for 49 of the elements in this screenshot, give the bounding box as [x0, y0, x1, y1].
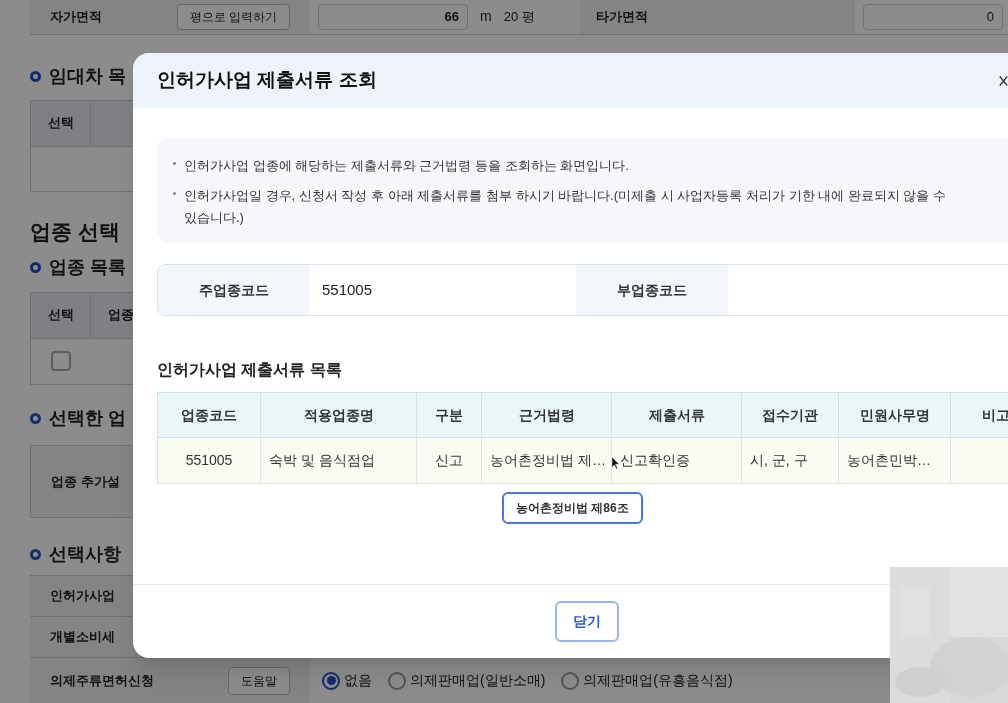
cursor-icon: [612, 457, 620, 470]
table-cell: 농어촌민박…: [839, 438, 951, 484]
table-cell: 신고: [417, 438, 482, 484]
bullet-icon: [30, 71, 41, 83]
field-label: 자가면적: [50, 8, 102, 27]
section-heading: 선택한 업: [49, 407, 126, 431]
bullet-icon: [30, 413, 41, 425]
dialog-title: 인허가사업 제출서류 조회: [157, 68, 377, 93]
pyeong-label: 20 평: [503, 8, 535, 27]
radio-label: 의제판매업(일반소매): [410, 671, 546, 690]
help-button[interactable]: 도움말: [228, 666, 290, 695]
bullet-icon: [30, 262, 41, 274]
radio-label: 의제판매업(유흥음식점): [583, 671, 733, 690]
section-heading: 임대차 목: [49, 65, 126, 89]
close-icon[interactable]: [999, 74, 1008, 88]
notice-text: 인허가사업일 경우, 신청서 작성 후 아래 제출서류를 첨부 하시기 바랍니다.(미제출 시 사업자등록 처리가 기한 내에 완료되지 않을 수 있습니다.): [184, 187, 947, 227]
page-heading: 업종 선택: [30, 218, 120, 244]
list-title: 인허가사업 제출서류 목록: [157, 360, 343, 380]
close-button[interactable]: 닫기: [555, 601, 619, 642]
tooltip: 농어촌정비법 제86조: [502, 492, 643, 524]
bullet-icon: [173, 192, 176, 195]
unit-label: m: [480, 7, 492, 27]
convert-button[interactable]: 평으로 입력하기: [176, 3, 290, 30]
table-cell: 시, 군, 구: [742, 438, 839, 484]
field-label: 의제주류면허신청: [50, 671, 154, 690]
area-input[interactable]: 0: [863, 3, 1003, 30]
table-cell: 숙박 및 음식점업: [261, 438, 417, 484]
bullet-icon: [30, 548, 41, 560]
field-label: 타가면적: [596, 8, 648, 27]
radio-label: 없음: [344, 671, 372, 690]
field-label: 부업종코드: [617, 280, 687, 300]
field-label: 업종 추가설: [51, 472, 120, 491]
field-value: 551005: [322, 279, 373, 300]
bullet-icon: [173, 162, 176, 165]
radio-button[interactable]: [561, 671, 580, 690]
radio-button[interactable]: [388, 671, 406, 690]
field-label: 주업종코드: [199, 280, 269, 300]
table-cell: 농어촌정비법 제…: [482, 438, 612, 484]
column-header: 선택: [31, 292, 91, 338]
column-header: 선택: [31, 100, 91, 146]
table-cell: 551005: [158, 438, 261, 484]
field-label: 개별소비세: [50, 628, 115, 647]
radio-button[interactable]: [322, 671, 340, 690]
section-heading: 업종 목록: [49, 256, 126, 280]
field-label: 인허가사업: [50, 587, 115, 606]
checkbox[interactable]: [51, 351, 71, 372]
notice-text: 인허가사업 업종에 해당하는 제출서류와 근거법령 등을 조회하는 화면입니다.: [184, 157, 629, 175]
section-heading: 선택사항: [49, 542, 121, 566]
area-input[interactable]: 66: [318, 3, 468, 30]
